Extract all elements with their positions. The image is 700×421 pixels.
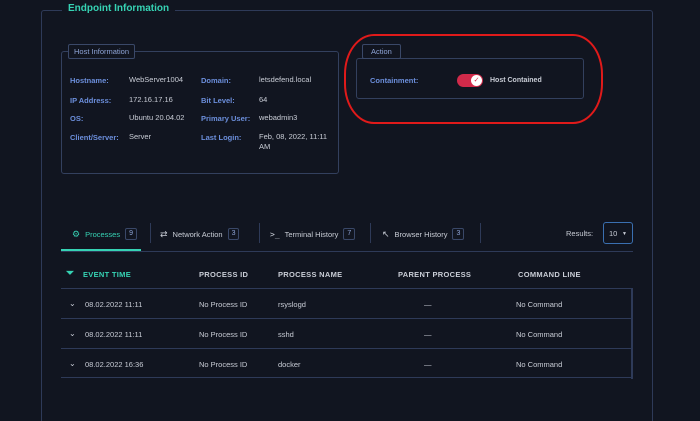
hostname-value: WebServer1004 [129,75,184,84]
caret-down-icon: ▼ [622,231,627,237]
cell-parent-process: — [424,330,432,339]
cell-command-line: No Command [516,330,563,339]
annotation-highlight [344,34,603,124]
gear-icon: ⚙ [72,228,81,239]
cell-process-name: docker [278,360,301,369]
tab-divider [150,223,151,243]
results-select[interactable]: 10 ▼ [603,222,633,244]
header-command-line[interactable]: COMMAND LINE [518,270,581,279]
cell-process-name: rsyslogd [278,300,306,309]
tab-label: Terminal History [284,229,339,239]
ip-label: IP Address: [70,96,112,105]
cell-process-id: No Process ID [199,330,248,339]
tab-count: 3 [227,228,240,240]
table-row[interactable]: ⌄ 08.02.2022 16:36 No Process ID docker … [61,348,633,379]
cell-event-time: 08.02.2022 11:11 [85,330,143,339]
ip-value: 172.16.17.16 [129,95,173,104]
tabs-underline [61,251,633,252]
cell-event-time: 08.02.2022 16:36 [85,360,144,369]
tab-terminal-history[interactable]: >_ Terminal History 7 [270,227,356,241]
header-process-name[interactable]: PROCESS NAME [278,270,342,279]
header-event-time[interactable]: EVENT TIME [83,270,131,279]
results-label: Results: [566,229,594,238]
cell-parent-process: — [424,300,432,309]
tab-label: Browser History [394,229,448,239]
chevron-down-icon[interactable]: ⌄ [69,329,76,338]
table-row[interactable]: ⌄ 08.02.2022 11:11 No Process ID rsyslog… [61,288,633,319]
os-value: Ubuntu 20.04.02 [129,113,185,122]
header-process-id[interactable]: PROCESS ID [199,270,248,279]
os-label: OS: [70,114,84,123]
hostname-label: Hostname: [70,76,109,85]
results-value: 10 [609,229,618,238]
cell-process-id: No Process ID [199,360,248,369]
row-divider [631,289,633,319]
bit-level-label: Bit Level: [201,96,235,105]
header-parent-process[interactable]: PARENT PROCESS [398,270,471,279]
last-login-label: Last Login: [201,133,242,142]
last-login-value: Feb, 08, 2022, 11:11 AM [259,132,328,151]
tab-divider [259,223,260,243]
cell-command-line: No Command [516,360,563,369]
domain-value: letsdefend.local [259,75,312,84]
network-icon: ⇄ [160,228,168,239]
domain-label: Domain: [201,76,231,85]
tab-count: 3 [452,228,465,240]
primary-user-value: webadmin3 [259,113,298,122]
tab-count: 7 [343,228,356,240]
role-label: Client/Server: [70,133,119,142]
cell-command-line: No Command [516,300,563,309]
cell-event-time: 08.02.2022 11:11 [85,300,143,309]
chevron-down-icon[interactable]: ⌄ [69,299,76,308]
cell-process-id: No Process ID [199,300,248,309]
tab-count: 9 [125,228,137,240]
cursor-icon: ↖ [382,228,390,239]
row-divider [631,349,633,379]
host-info-tag: Host Information [68,44,136,59]
primary-user-label: Primary User: [201,114,251,123]
role-value: Server [129,132,152,141]
bit-level-value: 64 [259,95,268,104]
filter-icon[interactable]: ⏷ [66,268,74,279]
tab-browser-history[interactable]: ↖ Browser History 3 [382,227,465,241]
tab-network-action[interactable]: ⇄ Network Action 3 [160,227,240,241]
tab-label: Network Action [172,229,223,239]
table-row[interactable]: ⌄ 08.02.2022 11:11 No Process ID sshd — … [61,318,633,349]
cell-parent-process: — [424,360,432,369]
terminal-icon: >_ [270,229,280,239]
tab-label: Processes [85,229,121,239]
row-divider [631,319,633,349]
cell-process-name: sshd [278,330,294,339]
tab-processes[interactable]: ⚙ Processes 9 [72,227,137,241]
tab-divider [480,223,481,243]
panel-title: Endpoint Information [62,3,176,14]
tab-divider [370,223,371,243]
chevron-down-icon[interactable]: ⌄ [69,359,76,368]
